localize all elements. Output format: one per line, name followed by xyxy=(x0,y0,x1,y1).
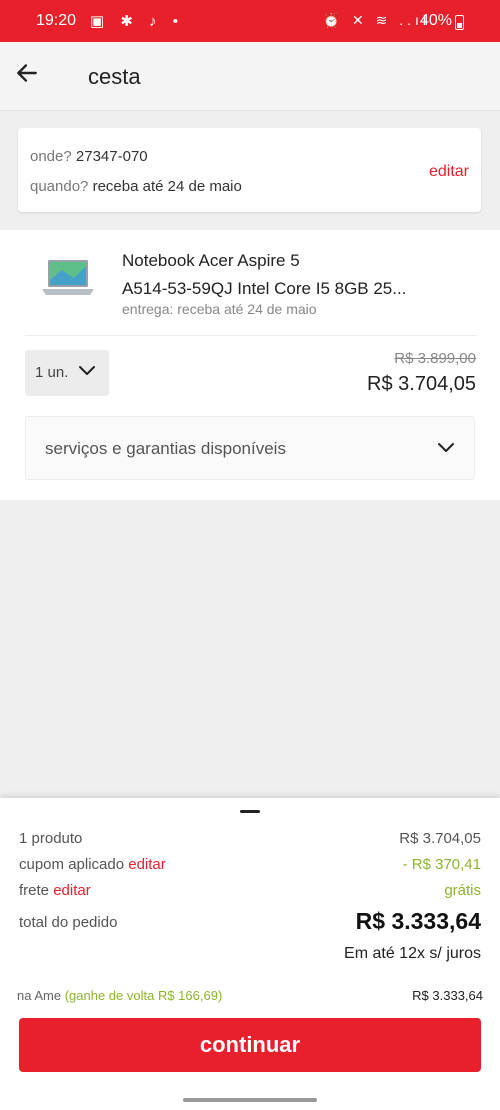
products-value: R$ 3.704,05 xyxy=(399,830,481,847)
system-nav-handle[interactable] xyxy=(183,1098,317,1102)
quantity-value: 1 un. xyxy=(35,364,69,381)
laptop-icon[interactable] xyxy=(40,256,96,300)
when-value: receba até 24 de maio xyxy=(92,178,242,195)
original-price: R$ 3.899,00 xyxy=(394,350,476,367)
when-label: quando? xyxy=(30,178,89,195)
sheet-drag-handle[interactable] xyxy=(240,810,260,813)
continue-button[interactable]: continuar xyxy=(19,1018,481,1072)
installments-text: Em até 12x s/ juros xyxy=(344,945,481,962)
products-label: 1 produto xyxy=(19,830,83,847)
delivery-where: onde? 27347-070 xyxy=(30,148,148,165)
total-value: R$ 3.333,64 xyxy=(355,908,481,934)
battery-percent: 40% xyxy=(419,12,452,29)
cep-value: 27347-070 xyxy=(75,148,148,165)
product-name-line1: Notebook Acer Aspire 5 xyxy=(122,251,300,270)
back-arrow-icon[interactable] xyxy=(14,60,40,86)
edit-shipping-link[interactable]: editar xyxy=(53,882,91,899)
notification-icons: ▣ ✱ ♪ • xyxy=(90,13,184,30)
edit-coupon-link[interactable]: editar xyxy=(128,856,166,873)
product-name[interactable]: Notebook Acer Aspire 5 A514-53-59QJ Inte… xyxy=(122,247,462,303)
shipping-value: grátis xyxy=(444,882,481,899)
current-price: R$ 3.704,05 xyxy=(367,373,476,395)
services-warranties-dropdown[interactable]: serviços e garantias disponíveis xyxy=(25,416,475,480)
status-time: 19:20 xyxy=(36,12,77,29)
summary-products-row: 1 produto R$ 3.704,05 xyxy=(19,830,481,847)
services-label: serviços e garantias disponíveis xyxy=(45,439,286,458)
chevron-down-icon xyxy=(79,366,95,375)
delivery-when: quando? receba até 24 de maio xyxy=(30,178,242,195)
total-label: total do pedido xyxy=(19,914,118,931)
app-bar: cesta xyxy=(0,42,500,111)
product-name-line2: A514-53-59QJ Intel Core I5 8GB 25... xyxy=(122,279,407,298)
delivery-card: onde? 27347-070 quando? receba até 24 de… xyxy=(18,128,481,212)
ame-label: na Ame xyxy=(17,988,62,1003)
cart-item: Notebook Acer Aspire 5 A514-53-59QJ Inte… xyxy=(0,230,500,500)
ame-value: R$ 3.333,64 xyxy=(412,988,483,1003)
divider xyxy=(25,335,477,336)
ame-row: na Ame (ganhe de volta R$ 166,69) R$ 3.3… xyxy=(17,988,483,1003)
summary-shipping-row: frete editar grátis xyxy=(19,882,481,899)
coupon-value: - R$ 370,41 xyxy=(402,856,481,873)
quantity-select[interactable]: 1 un. xyxy=(25,350,109,396)
summary-coupon-row: cupom aplicado editar - R$ 370,41 xyxy=(19,856,481,873)
where-label: onde? xyxy=(30,148,72,165)
edit-delivery-link[interactable]: editar xyxy=(429,163,469,181)
battery-icon xyxy=(455,15,464,30)
ame-cashback: (ganhe de volta R$ 166,69) xyxy=(64,988,223,1003)
chevron-down-icon xyxy=(438,443,454,452)
system-icons: ⏰ ✕ ≋ ..ıl xyxy=(322,12,430,28)
product-delivery: entrega: receba até 24 de maio xyxy=(122,301,317,317)
status-bar: 19:20 ▣ ✱ ♪ • ⏰ ✕ ≋ ..ıl 40% xyxy=(0,0,500,42)
coupon-label: cupom aplicado xyxy=(19,856,125,873)
order-summary: 1 produto R$ 3.704,05 cupom aplicado edi… xyxy=(0,798,500,1110)
page-title: cesta xyxy=(88,64,141,89)
shipping-label: frete xyxy=(19,882,50,899)
